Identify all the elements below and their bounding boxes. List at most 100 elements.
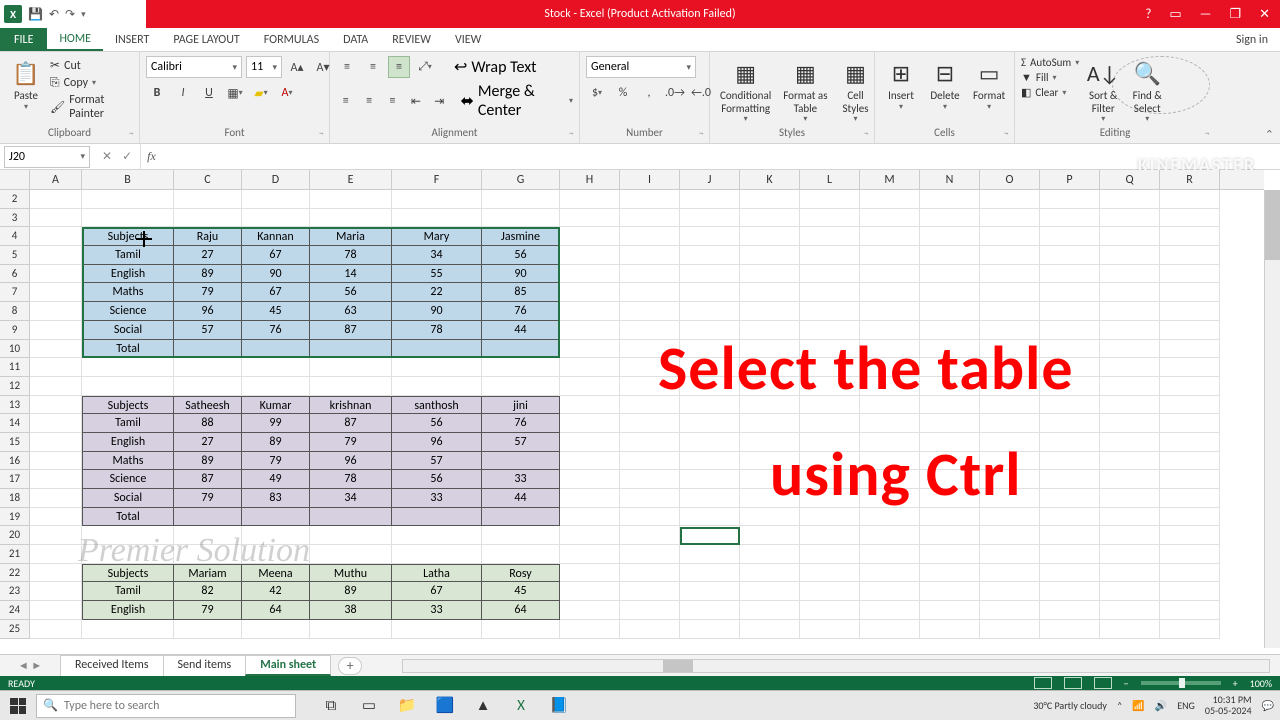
- cell[interactable]: [860, 564, 920, 583]
- increase-decimal-icon[interactable]: .0→: [664, 82, 686, 104]
- row-header[interactable]: 18: [0, 489, 30, 508]
- cell[interactable]: [980, 564, 1040, 583]
- align-left-icon[interactable]: ≡: [336, 90, 355, 112]
- cell[interactable]: [740, 396, 800, 415]
- cell[interactable]: Total: [82, 340, 174, 359]
- cell[interactable]: [1100, 321, 1160, 340]
- cell[interactable]: [242, 545, 310, 564]
- cell[interactable]: 79: [174, 489, 242, 508]
- cell[interactable]: [30, 340, 82, 359]
- cell[interactable]: [800, 433, 860, 452]
- insert-cells-button[interactable]: ⊞Insert▾: [881, 56, 921, 114]
- cell[interactable]: [30, 302, 82, 321]
- cell[interactable]: 33: [482, 470, 560, 489]
- row-header[interactable]: 6: [0, 265, 30, 284]
- cell[interactable]: [620, 321, 680, 340]
- format-cells-button[interactable]: ▭Format▾: [969, 56, 1009, 114]
- cell[interactable]: [860, 582, 920, 601]
- cell[interactable]: 27: [174, 246, 242, 265]
- cell[interactable]: [560, 227, 620, 246]
- cell[interactable]: [800, 508, 860, 527]
- cell[interactable]: [560, 470, 620, 489]
- cell[interactable]: [860, 227, 920, 246]
- cell[interactable]: [980, 265, 1040, 284]
- cell[interactable]: 87: [310, 414, 392, 433]
- cell[interactable]: Total: [82, 508, 174, 527]
- cut-button[interactable]: ✂Cut: [50, 58, 133, 73]
- cell[interactable]: [1160, 302, 1220, 321]
- cell[interactable]: [1100, 508, 1160, 527]
- cell[interactable]: [740, 582, 800, 601]
- cell[interactable]: [800, 414, 860, 433]
- cell[interactable]: [1040, 601, 1100, 620]
- autosum-button[interactable]: ΣAutoSum▾: [1021, 56, 1079, 69]
- cell[interactable]: [680, 470, 740, 489]
- cell[interactable]: 89: [174, 452, 242, 471]
- minimize-icon[interactable]: —: [1200, 7, 1212, 22]
- font-color-button[interactable]: A▾: [276, 82, 298, 104]
- cell[interactable]: [740, 414, 800, 433]
- fill-button[interactable]: ▼Fill▾: [1021, 71, 1079, 84]
- cell[interactable]: [1160, 470, 1220, 489]
- horizontal-scrollbar[interactable]: [402, 659, 1270, 673]
- cell[interactable]: 45: [482, 582, 560, 601]
- cell[interactable]: [680, 209, 740, 228]
- cell[interactable]: 83: [242, 489, 310, 508]
- cell[interactable]: [82, 358, 174, 377]
- cell[interactable]: Social: [82, 321, 174, 340]
- row-header[interactable]: 20: [0, 526, 30, 545]
- copy-button[interactable]: ⎘Copy▾: [50, 76, 133, 90]
- cell[interactable]: [1160, 582, 1220, 601]
- cell[interactable]: [1040, 283, 1100, 302]
- cell[interactable]: [1100, 377, 1160, 396]
- tab-view[interactable]: VIEW: [443, 28, 493, 51]
- tab-data[interactable]: DATA: [331, 28, 380, 51]
- fill-color-button[interactable]: ▰▾: [250, 82, 272, 104]
- row-header[interactable]: 7: [0, 283, 30, 302]
- cell[interactable]: [860, 601, 920, 620]
- cell[interactable]: [740, 601, 800, 620]
- cell[interactable]: 56: [392, 470, 482, 489]
- cell[interactable]: 96: [174, 302, 242, 321]
- cell[interactable]: [680, 452, 740, 471]
- cell[interactable]: [860, 340, 920, 359]
- cell[interactable]: [30, 414, 82, 433]
- orientation-icon[interactable]: ⤢▾: [414, 56, 436, 78]
- cell[interactable]: [174, 190, 242, 209]
- cell[interactable]: jini: [482, 396, 560, 415]
- cell[interactable]: 79: [174, 601, 242, 620]
- cell[interactable]: [482, 190, 560, 209]
- cell[interactable]: [310, 620, 392, 639]
- clear-button[interactable]: ◧Clear▾: [1021, 86, 1079, 99]
- cell[interactable]: [740, 265, 800, 284]
- cell[interactable]: [980, 452, 1040, 471]
- cell[interactable]: [620, 396, 680, 415]
- column-header[interactable]: B: [82, 170, 174, 189]
- row-header[interactable]: 10: [0, 340, 30, 359]
- cell[interactable]: [980, 508, 1040, 527]
- cell[interactable]: [980, 526, 1040, 545]
- format-painter-button[interactable]: 🖌Format Painter: [50, 93, 133, 121]
- cell[interactable]: [680, 489, 740, 508]
- sort-filter-button[interactable]: A↓Sort & Filter▾: [1083, 56, 1123, 126]
- cell[interactable]: [482, 340, 560, 359]
- cell[interactable]: [482, 508, 560, 527]
- tab-file[interactable]: FILE: [0, 28, 47, 51]
- cell[interactable]: [1040, 209, 1100, 228]
- cell[interactable]: [920, 302, 980, 321]
- cell[interactable]: [920, 265, 980, 284]
- cell[interactable]: [800, 601, 860, 620]
- cell[interactable]: [860, 433, 920, 452]
- cell[interactable]: [82, 377, 174, 396]
- cell[interactable]: [740, 470, 800, 489]
- cell[interactable]: [242, 508, 310, 527]
- cell[interactable]: [800, 396, 860, 415]
- cell[interactable]: [560, 283, 620, 302]
- cell[interactable]: [1100, 190, 1160, 209]
- zoom-in-icon[interactable]: +: [1233, 677, 1238, 690]
- cell[interactable]: [920, 190, 980, 209]
- cell[interactable]: [740, 302, 800, 321]
- cell[interactable]: [620, 545, 680, 564]
- cell[interactable]: [174, 508, 242, 527]
- cell[interactable]: [920, 340, 980, 359]
